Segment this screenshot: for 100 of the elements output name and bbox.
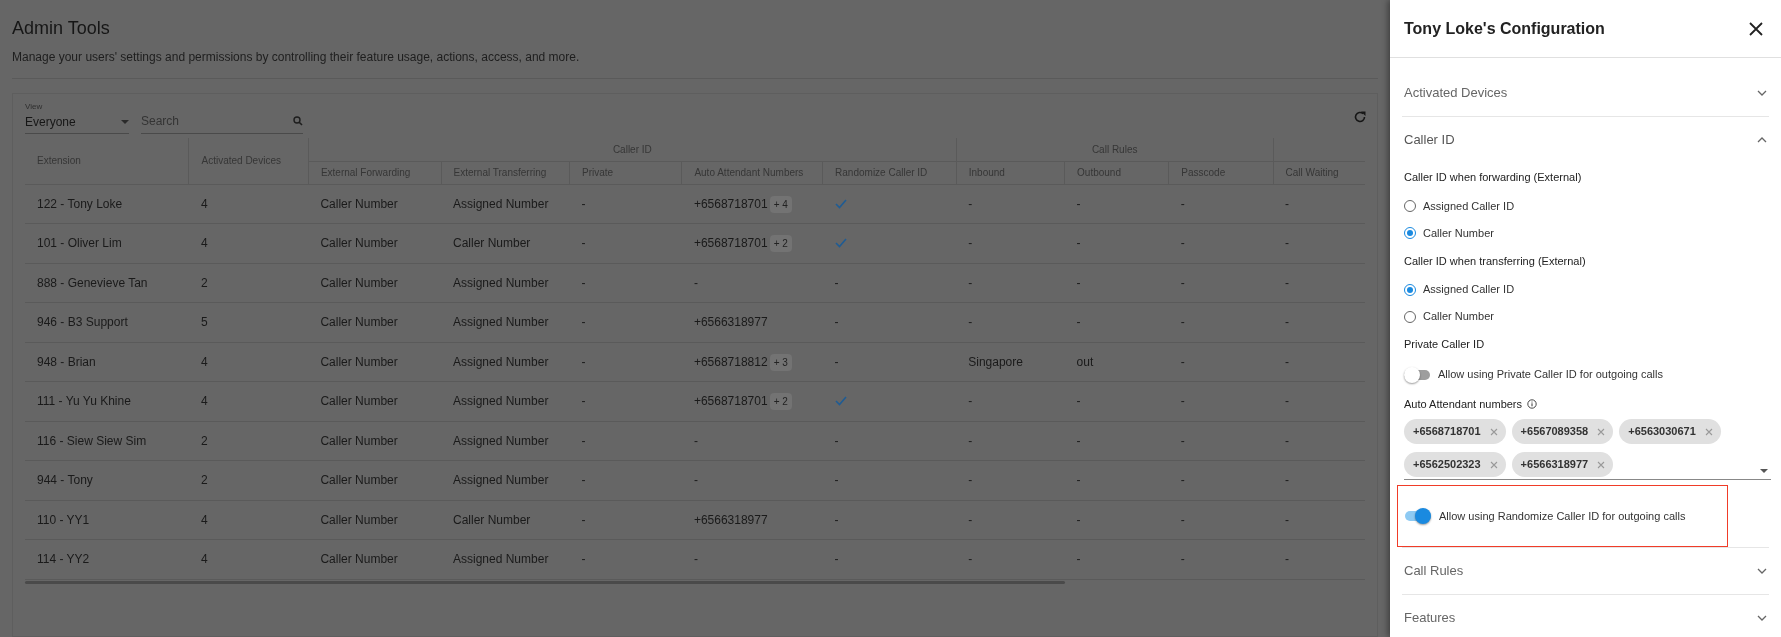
table-cell: 948 - Brian [37, 354, 96, 369]
table-cell: - [1076, 275, 1081, 290]
remove-icon[interactable] [1597, 460, 1606, 469]
table-cell: - [693, 275, 698, 290]
table-cell: 114 - YY2 [37, 552, 90, 567]
table-cell: Caller Number [320, 354, 398, 369]
phone-number: +6568718701 [693, 196, 768, 211]
table-cell: - [1180, 394, 1185, 409]
table-cell: 111 - Yu Yu Khine [37, 394, 131, 409]
phone-number: +6566318977 [693, 512, 768, 527]
table-cell: out [1076, 354, 1094, 369]
table-cell: 4 [200, 236, 208, 251]
table-cell: - [968, 236, 973, 251]
table-cell: - [1285, 236, 1290, 251]
chips-field[interactable]: +6568718701 +6567089358 +6563030671 +6562502323 +6566318977 [1404, 419, 1771, 480]
table-cell: Caller Number [453, 512, 531, 527]
table-cell: - [581, 354, 586, 369]
table-cell: - [968, 196, 973, 211]
number-chip[interactable]: +6566318977 [1511, 452, 1614, 477]
page-title: Admin Tools [12, 17, 110, 40]
chevron-down-icon [1757, 568, 1767, 574]
table-cell: - [968, 512, 973, 527]
table-cell: 122 - Tony Loke [37, 196, 123, 211]
table-cell: - [581, 275, 586, 290]
accordion-header[interactable]: Features [1402, 595, 1769, 637]
phone-number: +6566318977 [693, 315, 768, 330]
table-cell: 946 - B3 Support [37, 315, 128, 330]
toggle-label: Allow using Private Caller ID for outgoing calls [1438, 367, 1663, 383]
remove-icon[interactable] [1489, 427, 1498, 436]
refresh-icon [1353, 110, 1367, 124]
table-cell: - [1180, 315, 1185, 330]
number-chip[interactable]: +6562502323 [1404, 452, 1506, 477]
table-cell: Assigned Number [453, 394, 549, 409]
check-icon [834, 238, 847, 249]
table-cell: - [1180, 433, 1185, 448]
phone-number: +6568718701 [693, 236, 768, 251]
radio-label: Assigned Caller ID [1423, 198, 1515, 214]
table-cell: - [581, 394, 586, 409]
remove-icon[interactable] [1704, 427, 1713, 436]
table-cell: - [1076, 394, 1081, 409]
remove-icon[interactable] [1597, 427, 1606, 436]
table-cell: Assigned Number [453, 433, 549, 448]
table-cell: - [1180, 275, 1185, 290]
table-cell: - [581, 473, 586, 488]
table-cell: - [1076, 196, 1081, 211]
table-cell: Caller Number [320, 473, 398, 488]
table-cell: - [968, 315, 973, 330]
table-cell: - [581, 433, 586, 448]
table-cell: - [581, 236, 586, 251]
table-cell: - [968, 473, 973, 488]
table-cell: Caller Number [320, 275, 398, 290]
table-cell: - [1285, 196, 1290, 211]
number-chip[interactable]: +6567089358 [1511, 419, 1614, 444]
number-chip[interactable]: +6563030671 [1619, 419, 1721, 444]
table-cell: - [1180, 236, 1185, 251]
refresh-button[interactable] [1353, 110, 1367, 124]
table-cell: Assigned Number [453, 315, 549, 330]
section-heading: Auto Attendant numbers [1404, 396, 1523, 412]
close-button[interactable] [1749, 21, 1763, 36]
chevron-down-icon [1757, 90, 1767, 96]
table-cell: 4 [200, 354, 208, 369]
table-cell: 4 [200, 394, 208, 409]
phone-number: +6568718812 [693, 354, 768, 369]
table-cell: Singapore [968, 354, 1023, 369]
table-cell: 2 [200, 433, 208, 448]
table-cell: - [1180, 473, 1185, 488]
radio-label: Caller Number [1423, 225, 1494, 241]
info-icon[interactable] [1527, 398, 1538, 409]
chevron-up-icon [1757, 137, 1767, 143]
dropdown-caret-icon [1760, 469, 1768, 473]
dropdown-caret-icon [121, 120, 129, 124]
table-cell: Assigned Number [453, 552, 549, 567]
table-cell: - [1076, 512, 1081, 527]
table-cell: Assigned Number [453, 354, 549, 369]
table-cell: 5 [200, 315, 208, 330]
table-cell: 4 [200, 196, 208, 211]
more-count-badge: + 2 [769, 235, 792, 253]
section-heading: Caller ID when forwarding (External) [1404, 170, 1582, 185]
table-cell: - [1285, 473, 1290, 488]
table-cell: - [1285, 512, 1290, 527]
table-cell: - [1285, 275, 1290, 290]
table-cell: - [1285, 552, 1290, 567]
table-cell: 110 - YY1 [37, 512, 90, 527]
table-cell: - [1285, 433, 1290, 448]
table-cell: Assigned Number [453, 473, 549, 488]
table-cell: Assigned Number [453, 196, 549, 211]
more-count-badge: + 3 [769, 353, 792, 371]
toggle-label: Allow using Randomize Caller ID for outgoing calls [1439, 508, 1686, 524]
table-cell: Caller Number [320, 196, 398, 211]
table-cell: - [1285, 394, 1290, 409]
toggle-switch[interactable] [1405, 508, 1431, 524]
remove-icon[interactable] [1489, 460, 1498, 469]
table-cell: - [1180, 354, 1185, 369]
table-cell: 4 [200, 552, 208, 567]
accordion-header[interactable]: Caller ID [1402, 117, 1769, 163]
number-chip[interactable]: +6568718701 [1404, 419, 1506, 444]
accordion-header[interactable]: Activated Devices [1402, 70, 1769, 116]
check-icon [834, 198, 847, 209]
toggle-switch[interactable] [1404, 366, 1430, 383]
accordion-header[interactable]: Call Rules [1402, 548, 1769, 594]
